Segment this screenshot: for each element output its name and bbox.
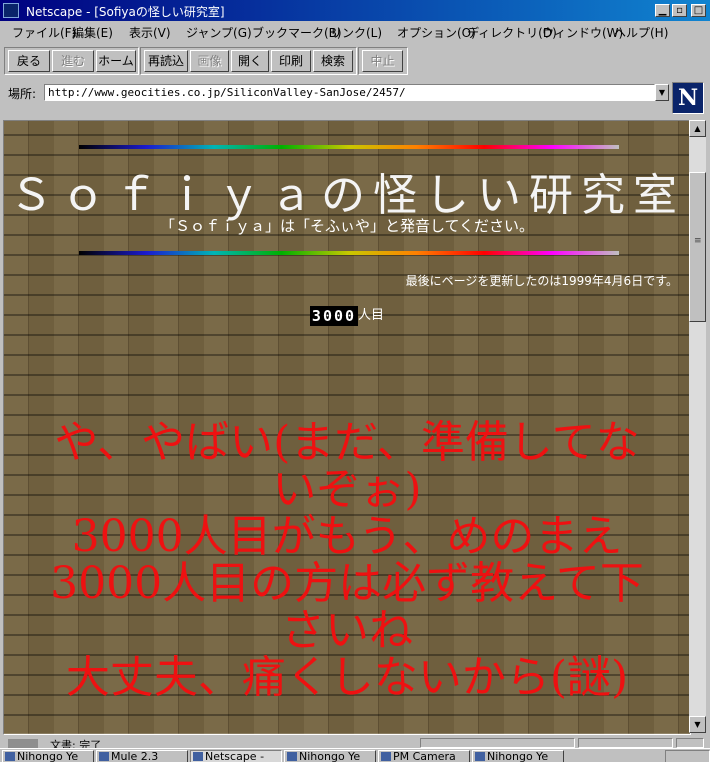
message-line: さいね [281, 605, 413, 656]
message-line: や、やばい(まだ、準備してな [54, 417, 640, 468]
menu-edit[interactable]: 編集(E) [72, 24, 113, 41]
taskbar-item[interactable]: Nihongo Ye [472, 750, 564, 762]
toolbar: 戻る 進む ホーム 再読込 画像 開く 印刷 検索 中止 [0, 41, 710, 79]
site-title: Ｓｏｆｉｙａの怪しい研究室 [9, 170, 685, 221]
mail-icon[interactable] [676, 738, 704, 748]
app-icon [5, 752, 15, 761]
window-title: Netscape - [Sofiyaの怪しい研究室] [26, 5, 225, 19]
chevron-down-icon: ▼ [658, 88, 666, 97]
netscape-icon [193, 752, 203, 761]
page-content: Ｓｏｆｉｙａの怪しい研究室 「Ｓｏｆｉｙａ」は「そふぃや」と発音してください。 … [3, 120, 691, 735]
nav-button-group: 戻る 進む ホーム [4, 47, 139, 75]
site-subtitle: 「Ｓｏｆｉｙａ」は「そふぃや」と発音してください。 [159, 217, 535, 235]
title-bar[interactable]: Netscape - [Sofiyaの怪しい研究室] ▁ ▫ □ [0, 0, 710, 21]
url-dropdown-button[interactable]: ▼ [655, 84, 669, 101]
taskbar: Nihongo Ye Mule 2.3 Netscape - Nihongo Y… [0, 748, 710, 762]
visitor-counter-row: 3000 人目 [4, 304, 690, 326]
visitor-counter: 3000 [309, 305, 359, 326]
restore-button[interactable]: ▫ [672, 4, 687, 17]
status-bar: 文書: 完了 [0, 735, 710, 748]
app-icon [99, 752, 109, 761]
location-bar: 場所: http://www.geocities.co.jp/SiliconVa… [0, 79, 710, 117]
netscape-app-icon[interactable] [3, 3, 19, 18]
message-line: 大丈夫、痛くしないから(謎) [65, 652, 629, 703]
taskbar-item[interactable]: Nihongo Ye [2, 750, 94, 762]
vertical-scrollbar[interactable]: ▲ ≡ ▼ [689, 120, 706, 733]
menu-go[interactable]: ジャンプ(G) [186, 24, 252, 41]
taskbar-item[interactable]: PM Camera [378, 750, 470, 762]
security-key-icon [8, 739, 38, 748]
scroll-thumb[interactable]: ≡ [689, 172, 706, 322]
menu-options[interactable]: オプション(O) [397, 24, 476, 41]
menu-bookmarks[interactable]: ブックマーク(B) [252, 24, 342, 41]
page-button-group: 再読込 画像 開く 印刷 検索 [140, 47, 357, 75]
back-button[interactable]: 戻る [8, 50, 50, 72]
reload-button[interactable]: 再読込 [144, 50, 188, 72]
menu-file[interactable]: ファイル(F) [12, 24, 76, 41]
stop-button-group: 中止 [358, 47, 408, 75]
scroll-up-button[interactable]: ▲ [689, 120, 706, 137]
message-line: いぞぉ) [272, 464, 422, 515]
taskbar-item[interactable]: Mule 2.3 [96, 750, 188, 762]
menu-view[interactable]: 表示(V) [129, 24, 171, 41]
system-tray[interactable] [665, 750, 710, 762]
menu-links[interactable]: リンク(L) [330, 24, 382, 41]
announcement-message: や、やばい(まだ、準備してな いぞぉ) 3000人目がもう、めのまえ 3000人… [18, 419, 676, 701]
location-label: 場所: [8, 87, 37, 101]
minimize-button[interactable]: ▁ [655, 4, 670, 17]
arrow-down-icon: ▼ [694, 720, 701, 729]
url-input[interactable]: http://www.geocities.co.jp/SiliconValley… [44, 84, 655, 101]
menu-window[interactable]: ウィンドウ(W) [542, 24, 623, 41]
taskbar-item-active[interactable]: Netscape - [190, 750, 282, 762]
maximize-button[interactable]: □ [691, 4, 706, 17]
message-line: 3000人目の方は必ず教えて下 [50, 558, 644, 609]
images-button[interactable]: 画像 [190, 50, 229, 72]
forward-button[interactable]: 進む [52, 50, 94, 72]
taskbar-item[interactable]: Nihongo Ye [284, 750, 376, 762]
progress-field [420, 738, 575, 748]
print-button[interactable]: 印刷 [271, 50, 311, 72]
stop-button[interactable]: 中止 [362, 50, 403, 72]
visitor-counter-suffix: 人目 [358, 308, 385, 323]
app-icon [287, 752, 297, 761]
app-icon [475, 752, 485, 761]
last-updated-text: 最後にページを更新したのは1999年4月6日です。 [405, 274, 678, 288]
status-text: 文書: 完了 [50, 739, 102, 748]
grip-icon: ≡ [694, 236, 702, 246]
rainbow-divider-bottom [79, 251, 619, 255]
status-field [578, 738, 673, 748]
message-line: 3000人目がもう、めのまえ [71, 511, 623, 562]
arrow-up-icon: ▲ [694, 124, 701, 133]
menu-bar: ファイル(F) 編集(E) 表示(V) ジャンプ(G) ブックマーク(B) リン… [0, 21, 710, 41]
camera-icon [381, 752, 391, 761]
find-button[interactable]: 検索 [313, 50, 353, 72]
netscape-logo[interactable]: N [672, 82, 704, 114]
rainbow-divider-top [79, 145, 619, 149]
menu-help[interactable]: ヘルプ(H) [614, 24, 668, 41]
open-button[interactable]: 開く [231, 50, 269, 72]
home-button[interactable]: ホーム [96, 50, 136, 72]
scroll-down-button[interactable]: ▼ [689, 716, 706, 733]
